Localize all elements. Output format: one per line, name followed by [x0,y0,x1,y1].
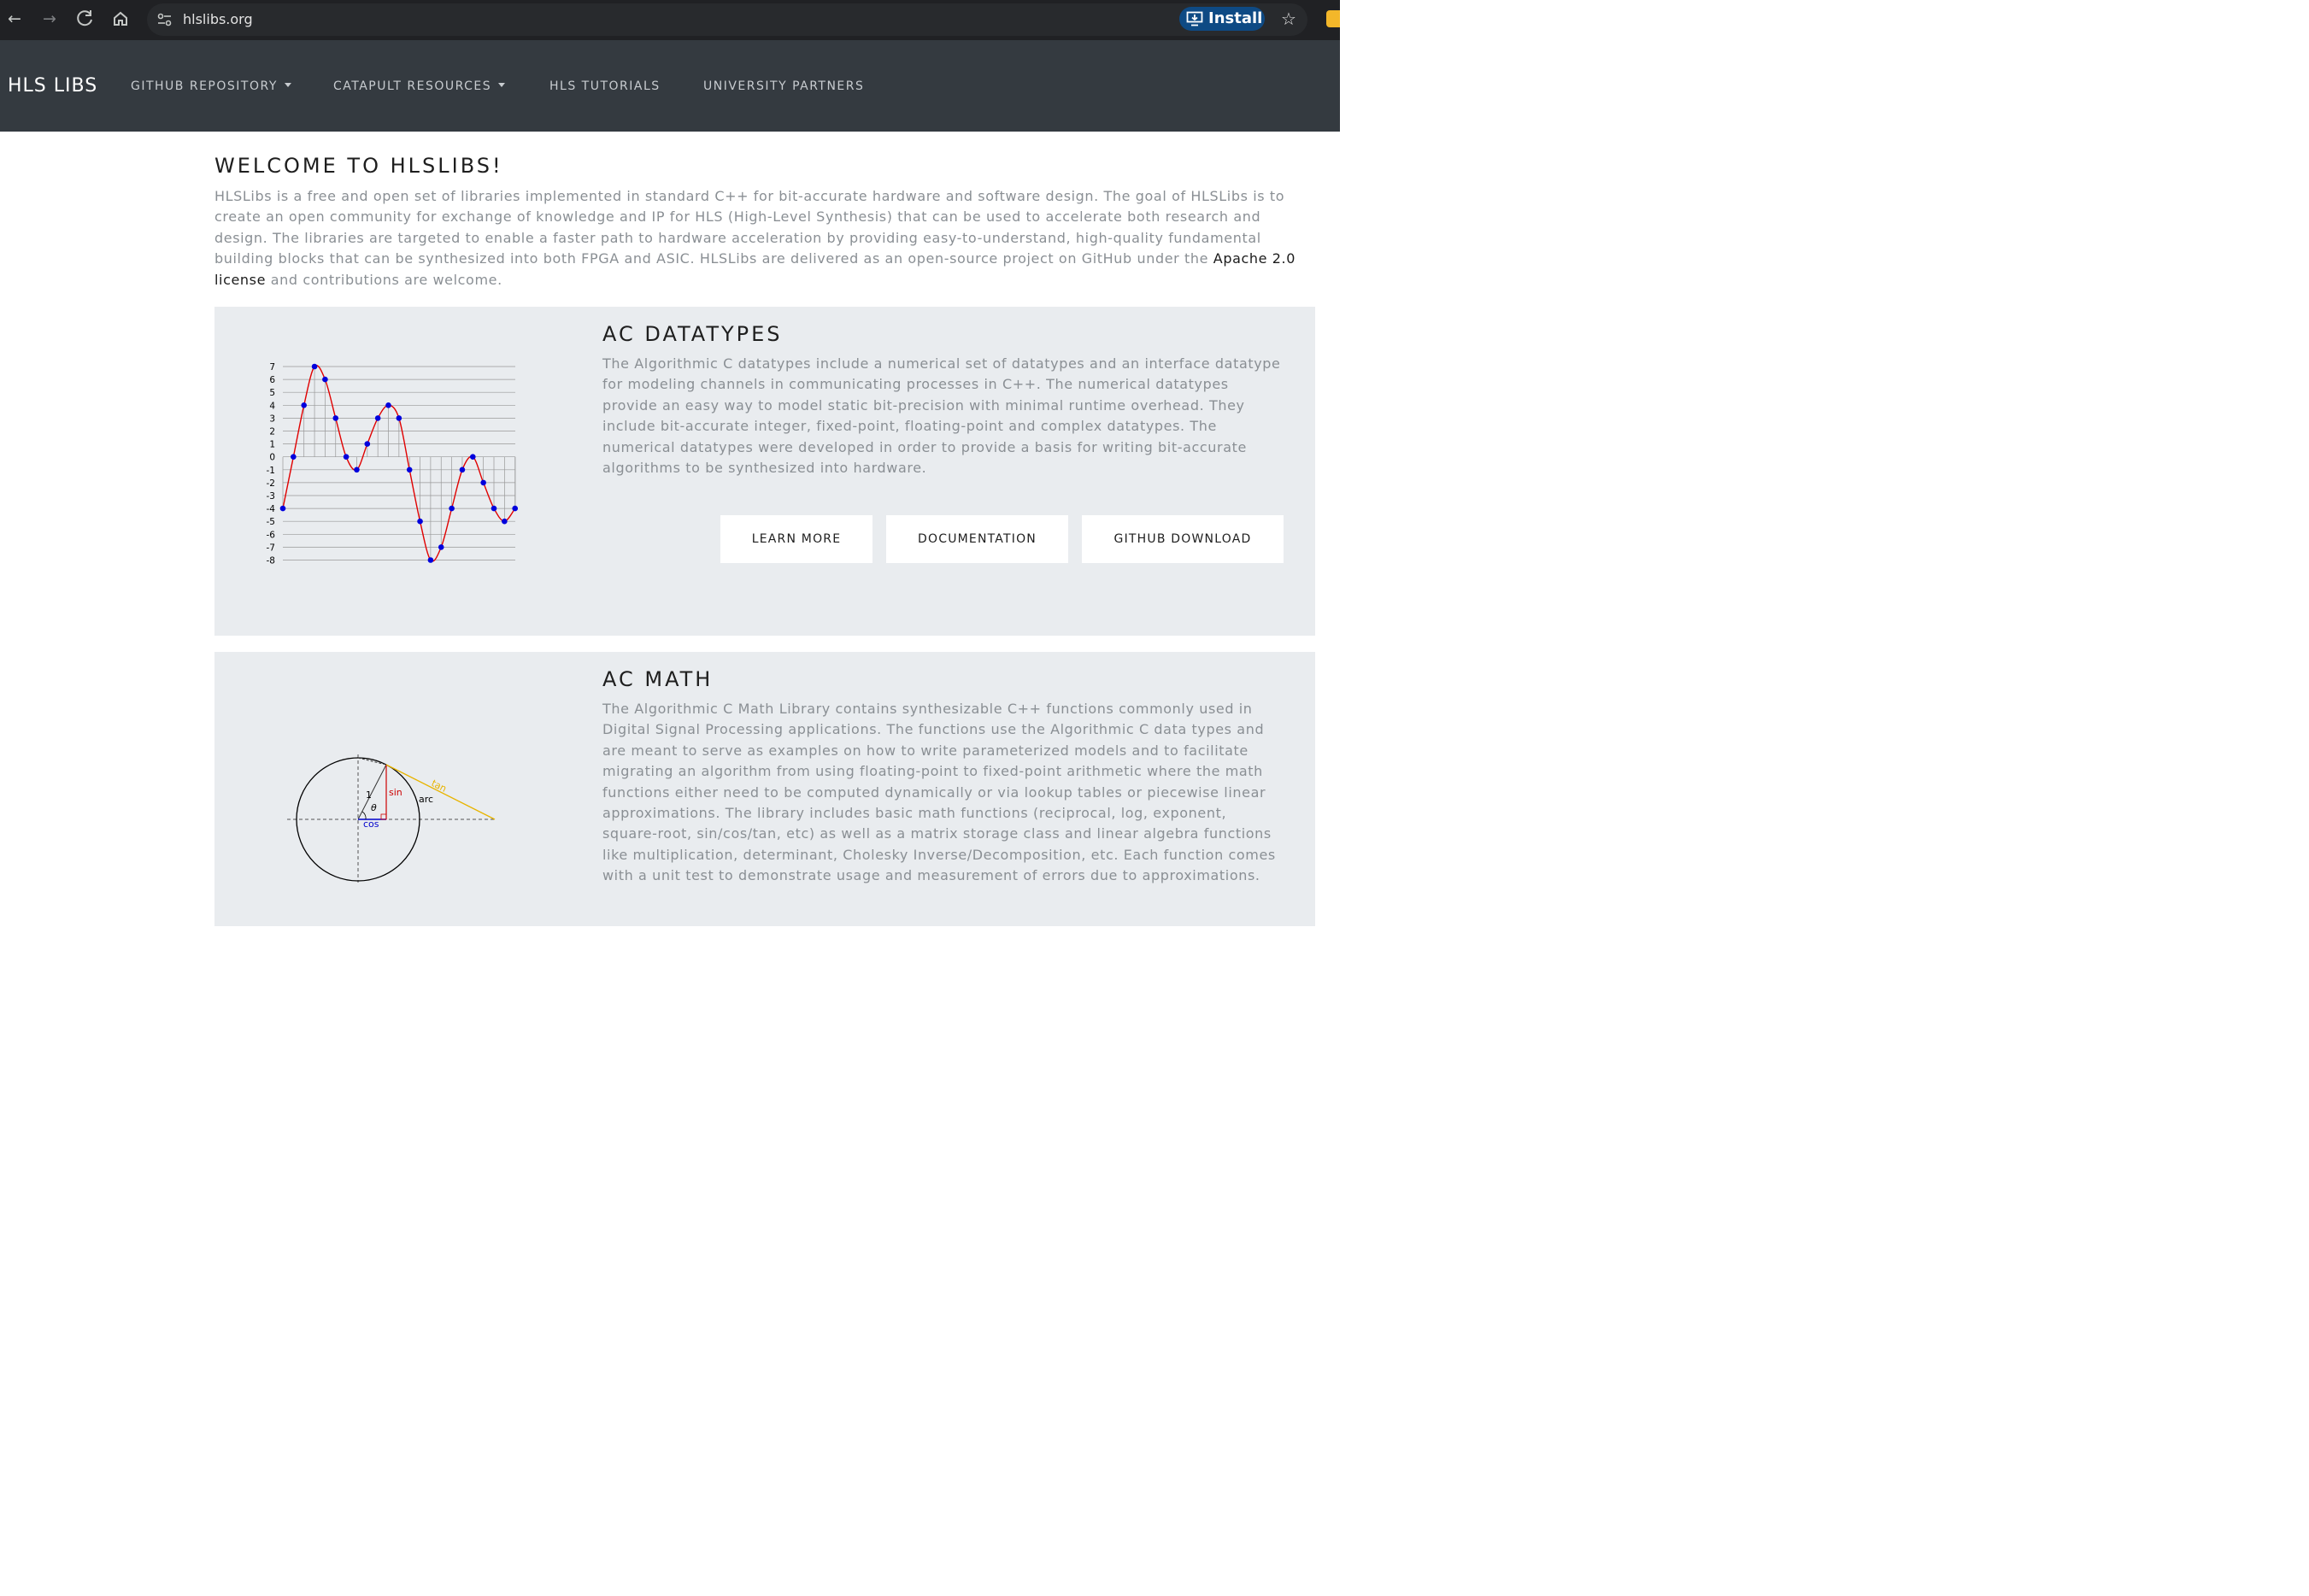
chart-point [417,518,423,525]
install-icon [1186,11,1203,26]
site-brand[interactable]: HLS LIBS [8,74,97,98]
chart-tick-label: 5 [269,388,275,398]
chart-point [322,376,328,383]
card-title: AC MATH [602,667,714,691]
chart-curve [282,365,516,562]
chart-point [491,505,497,512]
learn-more-button[interactable]: LEARN MORE [720,515,872,563]
chart-point [343,454,350,460]
bookmark-star-icon[interactable]: ☆ [1277,7,1301,31]
chart-point [354,466,360,473]
chart-point [470,454,476,460]
caret-down-icon [498,83,506,87]
chart-tick-label: 2 [269,427,275,437]
nav-label: CATAPULT RESOURCES [333,79,492,93]
chart-point [438,544,444,550]
home-icon[interactable] [109,7,132,31]
trig-unit-circle-diagram: 1 sin cos θ arc tan [287,754,496,883]
chart-tick-label: 4 [269,401,275,411]
chart-tick-label: 7 [269,362,275,373]
intro-text-end: and contributions are welcome. [266,271,502,288]
label-one: 1 [366,789,372,801]
chart-point [364,441,371,447]
ac-datatypes-card: 7 6 5 4 3 2 1 0 -1 -2 -3 -4 -5 -6 -7 -8 AC DATATYPES Th… [214,307,1315,636]
card-description: The Algorithmic C datatypes include a nu… [602,355,1281,477]
right-angle-mark [380,813,387,820]
nav-catapult-resources[interactable]: CATAPULT RESOURCES [333,78,506,95]
chart-point [374,415,381,421]
install-label: Install [1208,9,1263,27]
site-info-icon[interactable] [156,10,174,29]
chart-point [480,479,486,486]
install-button[interactable]: Install [1179,7,1265,31]
chart-tick-label: -3 [267,491,275,502]
card-description: The Algorithmic C Math Library contains … [602,701,1276,884]
reload-icon[interactable] [73,7,97,31]
label-theta: θ [371,802,377,813]
extension-icon[interactable] [1326,10,1340,27]
chart-point [301,402,307,408]
chart-point [427,557,434,563]
github-download-button[interactable]: GITHUB DOWNLOAD [1082,515,1284,563]
chart-tick-label: 3 [269,414,275,424]
cot-line [357,757,387,766]
nav-hls-tutorials[interactable]: HLS TUTORIALS [549,78,661,95]
chart-tick-label: -5 [267,517,275,527]
chart-point [332,415,339,421]
forward-icon[interactable]: → [38,7,62,31]
chart-tick-label: 1 [269,440,275,450]
caret-down-icon [284,83,291,87]
chart-tick-label: -8 [267,556,275,566]
chart-point [291,454,297,460]
documentation-button[interactable]: DOCUMENTATION [886,515,1068,563]
browser-toolbar: ← → hlslibs.org Install ☆ [0,0,1340,40]
nav-github-repository[interactable]: GITHUB REPOSITORY [131,78,291,95]
chart-point [406,466,413,473]
chart-tick-label: -2 [267,478,275,489]
label-arc: arc [419,794,433,805]
intro-text: HLSLibs is a free and open set of librar… [214,188,1285,267]
ac-datatypes-chart: 7 6 5 4 3 2 1 0 -1 -2 -3 -4 -5 -6 -7 -8 [267,362,518,566]
chart-tick-label: 0 [269,453,275,463]
chart-point [311,363,318,370]
chart-tick-label: -4 [267,504,276,514]
card-title: AC DATATYPES [602,322,783,346]
ac-math-card: 1 sin cos θ arc tan AC MATH The Algorith… [214,652,1315,926]
chart-point [279,505,286,512]
chart-point [385,402,391,408]
nav-university-partners[interactable]: UNIVERSITY PARTNERS [703,78,864,95]
nav-label: GITHUB REPOSITORY [131,79,278,93]
chart-point [459,466,466,473]
url-text[interactable]: hlslibs.org [183,10,253,29]
intro-paragraph: HLSLibs is a free and open set of librar… [214,186,1317,290]
site-navbar: HLS LIBS GITHUB REPOSITORY CATAPULT RESO… [0,40,1340,132]
chart-tick-label: -6 [267,530,276,540]
chart-tick-label: -7 [267,543,275,553]
address-bar[interactable]: hlslibs.org Install ☆ [147,3,1307,36]
label-sin: sin [389,787,402,798]
chart-point [512,505,518,512]
chart-point [396,415,402,421]
label-cos: cos [363,819,379,830]
label-tan: tan [430,777,449,795]
back-icon[interactable]: ← [3,7,26,31]
chart-point [449,505,455,512]
chart-tick-label: -1 [267,466,275,476]
chart-point [502,518,508,525]
page-title: WELCOME TO HLSLIBS! [214,154,503,178]
chart-tick-label: 6 [269,375,275,385]
